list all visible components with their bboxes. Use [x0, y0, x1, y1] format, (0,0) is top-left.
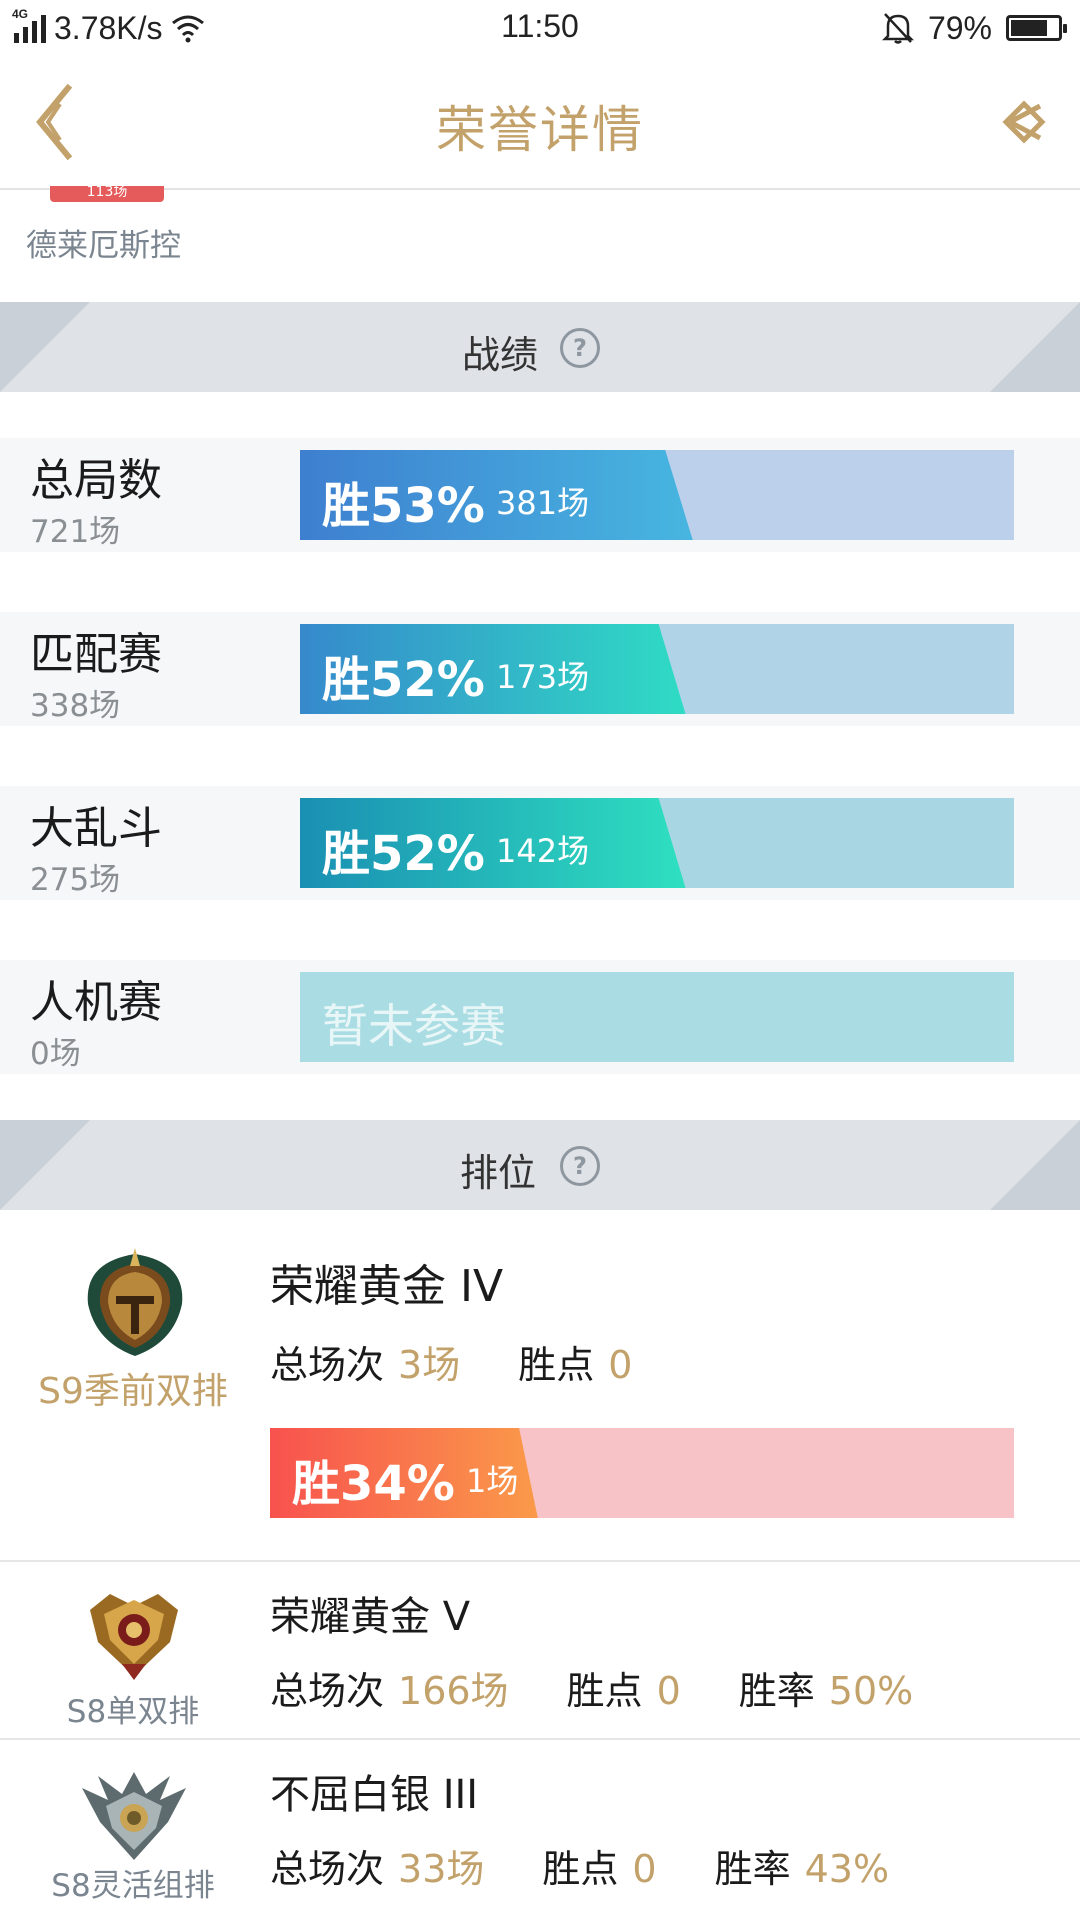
champion-name: 德莱厄斯控: [26, 228, 181, 264]
help-icon[interactable]: ?: [560, 1146, 600, 1186]
champion-games-badge: 113场: [50, 186, 164, 202]
rate-label: 胜率: [738, 1669, 815, 1713]
win-rate-bar: 胜52% 173场: [300, 624, 1014, 714]
total-label: 总场次: [270, 1343, 385, 1387]
gold-rank-emblem-icon: [90, 1594, 178, 1680]
rate-label: 胜率: [714, 1847, 791, 1891]
total-label: 总场次: [270, 1669, 385, 1713]
stats-line: 总场次 166场 胜点 0 胜率 50%: [270, 1660, 913, 1715]
stat-name: 人机赛: [30, 977, 162, 1028]
rank-section-title: 排位: [459, 1151, 536, 1195]
silver-rank-emblem-icon: [82, 1772, 186, 1860]
share-icon: [1002, 100, 1046, 144]
stat-count: 275场: [30, 862, 121, 898]
rate-value: 50%: [828, 1669, 914, 1713]
stats-line: 总场次 33场 胜点 0 胜率 43%: [270, 1838, 889, 1893]
wins-count: 381场: [496, 484, 590, 522]
rank-list: S9季前双排 荣耀黄金 IV 总场次 3场 胜点 0 胜34% 1场 S8单双排…: [0, 1210, 1080, 1920]
rank-section-header: 排位 ?: [0, 1120, 1080, 1210]
total-value: 33场: [398, 1847, 485, 1891]
queue-name: S9季前双排: [38, 1371, 228, 1412]
win-rate-label: 胜53%: [322, 478, 485, 534]
total-label: 总场次: [270, 1847, 385, 1891]
record-section-title: 战绩: [461, 333, 538, 377]
points-label: 胜点: [518, 1343, 595, 1387]
stat-name: 大乱斗: [30, 803, 162, 854]
rate-value: 43%: [804, 1847, 890, 1891]
not-played-label: 暂未参赛: [322, 999, 506, 1053]
stat-row-total[interactable]: 总局数 721场 胜53% 381场: [0, 438, 1080, 552]
win-rate-bar: 胜52% 142场: [300, 798, 1014, 888]
points-value: 0: [608, 1343, 633, 1387]
mute-bell-icon: [881, 13, 914, 44]
rank-row-history[interactable]: S8灵活组排 不屈白银 III 总场次 33场 胜点 0 胜率 43%: [0, 1740, 1080, 1920]
tier-name: 不屈白银 III: [270, 1772, 479, 1818]
rank-row-current[interactable]: S9季前双排 荣耀黄金 IV 总场次 3场 胜点 0 胜34% 1场: [0, 1210, 1080, 1562]
wins-count: 142场: [496, 832, 590, 870]
empty-bar: 暂未参赛: [300, 972, 1014, 1062]
stat-count: 338场: [30, 688, 121, 724]
tier-name: 荣耀黄金 IV: [270, 1261, 504, 1312]
stat-row-aram[interactable]: 大乱斗 275场 胜52% 142场: [0, 786, 1080, 900]
rank-wins-count: 1场: [466, 1462, 519, 1500]
win-rate-bar: 胜53% 381场: [300, 450, 1014, 540]
points-value: 0: [632, 1847, 657, 1891]
stat-row-normal[interactable]: 匹配赛 338场 胜52% 173场: [0, 612, 1080, 726]
gold-helmet-icon: [87, 1248, 183, 1356]
queue-name: S8单双排: [66, 1694, 200, 1730]
battery-level: [1011, 20, 1048, 36]
page-title: 荣誉详情: [436, 101, 644, 159]
rank-win-label: 胜34%: [292, 1456, 455, 1512]
total-value: 166场: [398, 1669, 509, 1713]
total-value: 3场: [398, 1343, 461, 1387]
tier-name: 荣耀黄金 V: [270, 1594, 471, 1640]
stat-count: 0场: [30, 1036, 81, 1072]
stat-count: 721场: [30, 514, 121, 550]
status-right: 79%: [881, 8, 1067, 48]
app-header: 荣誉详情: [0, 58, 1080, 190]
points-label: 胜点: [566, 1669, 643, 1713]
battery-percent: 79%: [927, 9, 992, 46]
win-rate-label: 胜52%: [322, 826, 485, 882]
win-rate-label: 胜52%: [322, 652, 485, 708]
rank-win-rate-bar: 胜34% 1场: [270, 1428, 1014, 1518]
wins-count: 173场: [496, 658, 590, 696]
stats-line: 总场次 3场 胜点 0: [270, 1334, 632, 1389]
points-label: 胜点: [542, 1847, 619, 1891]
help-icon[interactable]: ?: [560, 328, 600, 368]
points-value: 0: [656, 1669, 681, 1713]
queue-name: S8灵活组排: [51, 1868, 215, 1904]
stat-row-bot[interactable]: 人机赛 0场 暂未参赛: [0, 960, 1080, 1074]
stat-name: 总局数: [30, 455, 162, 506]
status-bar: 4G 3.78K/s 11:50 79%: [0, 0, 1080, 58]
battery-icon: [1006, 15, 1067, 41]
record-section-header: 战绩 ?: [0, 302, 1080, 392]
rank-row-history[interactable]: S8单双排 荣耀黄金 V 总场次 166场 胜点 0 胜率 50%: [0, 1562, 1080, 1740]
share-button[interactable]: [996, 94, 1052, 150]
stat-name: 匹配赛: [30, 629, 162, 680]
champion-mastery-strip: 113场 德莱厄斯控: [0, 186, 1080, 300]
